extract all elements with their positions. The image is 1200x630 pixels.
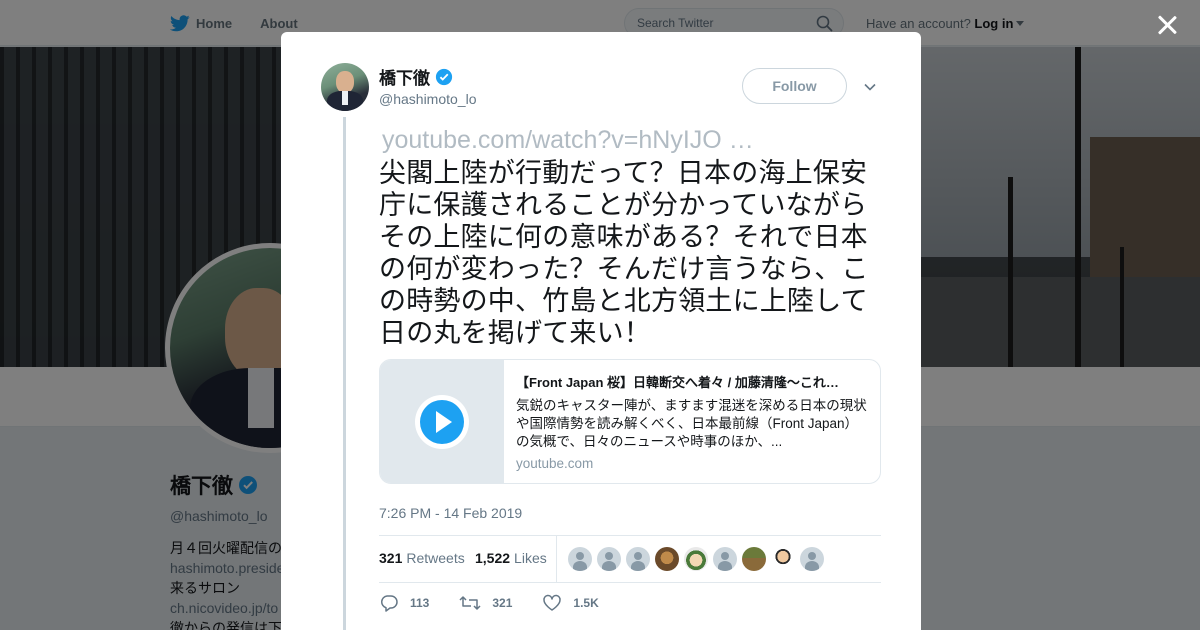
heart-icon	[543, 594, 562, 611]
tweet-author-name[interactable]: 橋下徹	[379, 64, 453, 89]
tweet-author-avatar[interactable]	[321, 63, 369, 111]
chevron-down-icon[interactable]	[864, 80, 876, 92]
close-icon[interactable]	[1154, 12, 1180, 38]
follow-button[interactable]: Follow	[742, 68, 847, 104]
liker-avatar[interactable]	[742, 547, 766, 571]
retweets-stat[interactable]: 321 Retweets	[379, 550, 465, 566]
tweet-actions: 113 321 1.5K	[379, 594, 629, 612]
verified-badge-icon	[435, 68, 453, 86]
avatar-shirt	[342, 91, 348, 105]
play-icon[interactable]	[415, 395, 469, 449]
card-description: 気鋭のキャスター陣が、ますます混迷を深める日本の現状や国際情勢を読み解くべく、日…	[516, 398, 867, 449]
card-title: 【Front Japan 桜】日韓断交へ着々 / 加藤清隆～これ…	[516, 375, 839, 390]
tweet-modal: 橋下徹 @hashimoto_lo Follow youtube.com/wat…	[281, 32, 921, 630]
likes-stat[interactable]: 1,522 Likes	[475, 550, 547, 566]
retweets-count: 321	[379, 550, 403, 566]
liker-avatar[interactable]	[713, 547, 737, 571]
liker-avatar[interactable]	[568, 547, 592, 571]
likes-label: Likes	[514, 550, 547, 566]
liker-avatar[interactable]	[771, 547, 795, 571]
play-icon-inner	[420, 400, 464, 444]
avatar-face	[336, 71, 354, 93]
tweet-author-name-text: 橋下徹	[379, 69, 430, 88]
tweet-timestamp[interactable]: 7:26 PM - 14 Feb 2019	[379, 505, 522, 521]
liker-avatar[interactable]	[655, 547, 679, 571]
reply-button[interactable]: 113	[379, 594, 429, 612]
tweet-link[interactable]: youtube.com/watch?v=hNyIJO …	[382, 126, 754, 155]
tweet-author-handle[interactable]: @hashimoto_lo	[379, 91, 477, 107]
retweet-button[interactable]: 321	[459, 594, 512, 612]
like-count: 1.5K	[573, 596, 599, 610]
liker-avatar[interactable]	[800, 547, 824, 571]
reply-icon	[380, 595, 398, 612]
card-thumbnail	[380, 360, 504, 483]
retweets-label: Retweets	[406, 550, 465, 566]
thread-line	[343, 117, 346, 630]
reply-count: 113	[410, 596, 430, 610]
card-domain: youtube.com	[516, 456, 594, 471]
like-button[interactable]: 1.5K	[542, 594, 599, 612]
tweet-text: 尖閣上陸が行動だって？日本の海上保安庁に保護されることが分かっていながらその上陸…	[379, 158, 869, 348]
likes-count: 1,522	[475, 550, 511, 566]
stats-divider	[556, 536, 557, 582]
liker-avatar[interactable]	[597, 547, 621, 571]
liker-avatar[interactable]	[684, 547, 708, 571]
link-card[interactable]: 【Front Japan 桜】日韓断交へ着々 / 加藤清隆～これ… 気鋭のキャス…	[379, 359, 881, 484]
liker-avatar[interactable]	[626, 547, 650, 571]
retweet-count: 321	[492, 596, 513, 610]
tweet-stats: 321 Retweets 1,522 Likes	[379, 535, 881, 583]
card-body: 【Front Japan 桜】日韓断交へ着々 / 加藤清隆～これ… 気鋭のキャス…	[516, 372, 871, 471]
liker-avatars	[568, 547, 829, 571]
retweet-icon	[459, 596, 481, 610]
